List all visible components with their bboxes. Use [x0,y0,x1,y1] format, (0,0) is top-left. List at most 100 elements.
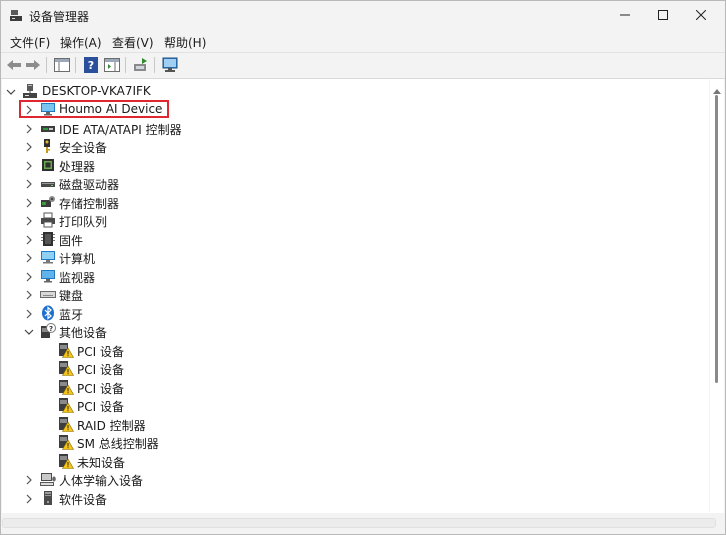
tree-item-sm-bus-controller[interactable]: SM 总线控制器 [2,433,702,451]
chevron-right-icon[interactable] [24,252,34,263]
tree-item-computer[interactable]: 计算机 [2,248,702,266]
title-bar[interactable]: 设备管理器 [1,1,725,31]
printer-icon [40,212,56,228]
forward-arrow-icon[interactable] [24,57,41,73]
tree-item-security-devices[interactable]: 安全设备 [2,137,702,155]
back-arrow-icon[interactable] [5,57,22,73]
keyboard-icon [40,286,56,302]
chevron-right-icon[interactable] [24,123,34,134]
hid-icon [40,471,56,487]
bluetooth-icon [40,305,56,321]
tree-item-houmo-ai-device[interactable]: Houmo AI Device [2,100,702,118]
warning-device-icon [58,434,75,450]
chevron-down-icon[interactable] [6,86,16,96]
properties-pane-icon[interactable] [53,57,70,73]
menu-file[interactable]: 文件(F) [8,34,52,51]
warning-device-icon [58,416,75,432]
warning-device-icon [58,397,75,413]
update-driver-icon[interactable] [132,57,149,73]
menu-help[interactable]: 帮助(H) [162,34,208,51]
tree-item-label: 安全设备 [59,141,108,155]
tree-item-label: 其他设备 [59,326,108,340]
tree-item-processors[interactable]: 处理器 [2,156,702,174]
minimize-icon [619,9,630,23]
maximize-button[interactable] [646,1,679,31]
tree-item-disk-drives[interactable]: 磁盘驱动器 [2,174,702,192]
tree-item-pci-device-1[interactable]: PCI 设备 [2,341,702,359]
window-title: 设备管理器 [29,10,90,24]
horizontal-scrollbar[interactable] [2,514,724,533]
menu-bar: 文件(F) 操作(A) 查看(V) 帮助(H) [1,31,725,51]
tree-item-raid-controller[interactable]: RAID 控制器 [2,415,702,433]
svg-text:?: ? [49,325,53,333]
tree-item-pci-device-2[interactable]: PCI 设备 [2,359,702,377]
chevron-right-icon[interactable] [24,160,34,171]
tree-item-pci-device-4[interactable]: PCI 设备 [2,396,702,414]
tree-item-label: 软件设备 [59,493,108,507]
action-pane-icon[interactable] [103,57,120,73]
tree-item-bluetooth[interactable]: 蓝牙 [2,304,702,322]
tree-root[interactable]: DESKTOP-VKA7IFK [2,82,702,100]
chevron-right-icon[interactable] [24,178,34,189]
tree-item-hid[interactable]: 人体学输入设备 [2,470,702,488]
menu-view[interactable]: 查看(V) [110,34,156,51]
tree-item-label: PCI 设备 [77,400,124,414]
maximize-icon [657,9,668,23]
tree-item-label: PCI 设备 [77,363,124,377]
vertical-scrollbar[interactable] [710,79,724,513]
tree-item-label: 未知设备 [77,456,126,470]
tree-item-firmware[interactable]: 固件 [2,230,702,248]
close-button[interactable] [684,1,717,31]
ide-controller-icon [40,120,56,136]
warning-device-icon [58,453,75,469]
chevron-right-icon[interactable] [24,289,34,300]
tree-item-label: 磁盘驱动器 [59,178,120,192]
chevron-right-icon[interactable] [24,197,34,208]
chevron-right-icon[interactable] [24,215,34,226]
chevron-right-icon[interactable] [24,234,34,245]
tree-item-label: 键盘 [59,289,84,303]
storage-controller-icon [40,194,56,210]
help-icon[interactable]: ? [82,57,99,73]
tree-item-unknown-device[interactable]: 未知设备 [2,452,702,470]
tree-item-pci-device-3[interactable]: PCI 设备 [2,378,702,396]
horizontal-scroll-thumb[interactable] [2,518,716,528]
disk-drive-icon [40,175,56,191]
chevron-down-icon[interactable] [24,326,34,336]
tree-item-print-queues[interactable]: 打印队列 [2,211,702,229]
tree-item-storage-controllers[interactable]: 存储控制器 [2,193,702,211]
tree-item-keyboards[interactable]: 键盘 [2,285,702,303]
chevron-right-icon[interactable] [24,493,34,504]
tree-item-label: IDE ATA/ATAPI 控制器 [59,123,182,137]
software-device-icon [40,490,56,506]
computer-root-icon [22,83,38,99]
scan-hardware-icon[interactable] [161,57,178,73]
tree-item-ide-controller[interactable]: IDE ATA/ATAPI 控制器 [2,119,702,137]
computer-icon [40,249,56,265]
tree-root-label: DESKTOP-VKA7IFK [42,84,151,98]
chevron-right-icon[interactable] [24,474,34,485]
tree-item-other-devices[interactable]: ? 其他设备 [2,322,702,340]
tree-item-label: SM 总线控制器 [77,437,159,451]
security-key-icon [40,138,56,154]
chevron-right-icon[interactable] [24,308,34,319]
tree-item-label: 固件 [59,234,84,248]
warning-device-icon [58,342,75,358]
vertical-scroll-thumb[interactable] [715,95,718,383]
device-manager-icon [9,9,23,23]
chevron-right-icon[interactable] [24,141,34,152]
tree-item-label: PCI 设备 [77,382,124,396]
tree-item-label: 存储控制器 [59,197,120,211]
unknown-device-icon: ? [40,323,56,339]
tree-item-label: PCI 设备 [77,345,124,359]
chevron-right-icon[interactable] [24,104,34,115]
svg-text:?: ? [87,59,93,72]
close-icon [695,9,706,23]
menu-action[interactable]: 操作(A) [58,34,104,51]
warning-device-icon [58,379,75,395]
device-tree: DESKTOP-VKA7IFK Houmo AI Device IDE ATA/… [2,79,709,513]
tree-item-software-devices[interactable]: 软件设备 [2,489,702,507]
minimize-button[interactable] [608,1,641,31]
chevron-right-icon[interactable] [24,271,34,282]
tree-item-monitors[interactable]: 监视器 [2,267,702,285]
